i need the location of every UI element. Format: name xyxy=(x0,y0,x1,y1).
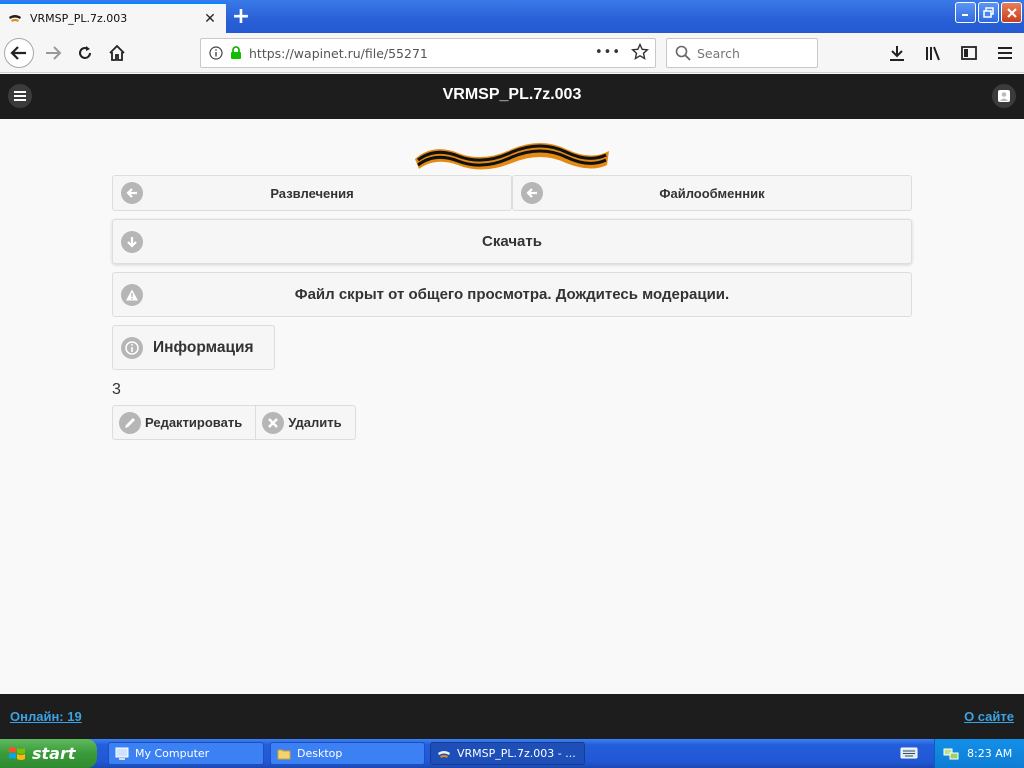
lock-icon[interactable] xyxy=(229,46,243,60)
url-actions: ••• xyxy=(595,43,649,61)
edit-label: Редактировать xyxy=(145,415,243,430)
user-icon xyxy=(998,90,1010,102)
about-site-link[interactable]: О сайте xyxy=(964,709,1014,724)
st-george-ribbon-image xyxy=(415,143,609,170)
site-favicon-icon xyxy=(9,14,21,22)
page-actions-icon[interactable]: ••• xyxy=(595,45,621,60)
edit-button[interactable]: Редактировать xyxy=(112,405,257,440)
search-bar[interactable] xyxy=(666,38,818,68)
library-button[interactable] xyxy=(922,42,944,64)
pencil-icon xyxy=(119,412,141,434)
download-button[interactable]: Скачать xyxy=(112,219,912,264)
reload-button[interactable] xyxy=(70,38,100,68)
nav-fileshare-label: Файлообменник xyxy=(659,185,765,201)
search-input[interactable] xyxy=(697,45,807,61)
window-titlebar: VRMSP_PL.7z.003 ✕ + xyxy=(0,0,1024,33)
info-circle-icon xyxy=(121,336,143,359)
close-icon xyxy=(1006,7,1017,18)
task-desktop[interactable]: Desktop xyxy=(270,742,425,765)
browser-favicon-icon xyxy=(438,750,450,758)
minimize-icon xyxy=(962,14,968,16)
new-tab-button[interactable]: + xyxy=(228,4,254,29)
restore-icon xyxy=(983,7,994,18)
delete-x-icon xyxy=(262,412,285,434)
forward-button[interactable] xyxy=(38,38,68,68)
page-content: Развлечения Файлообменник Скачать Файл с… xyxy=(0,119,1024,694)
folder-icon xyxy=(277,749,291,759)
tab-close-icon[interactable]: ✕ xyxy=(202,11,218,27)
home-button[interactable] xyxy=(102,38,132,68)
library-icon xyxy=(926,46,940,61)
network-icon[interactable] xyxy=(943,746,959,762)
browser-tab[interactable]: VRMSP_PL.7z.003 ✕ xyxy=(0,2,226,33)
moderation-notice: Файл скрыт от общего просмотра. Дождитес… xyxy=(112,272,912,317)
task-label: My Computer xyxy=(135,747,210,760)
start-label: start xyxy=(32,744,76,763)
alert-icon xyxy=(121,283,143,306)
task-label: Desktop xyxy=(297,747,343,760)
downloads-button[interactable] xyxy=(886,42,908,64)
page-title: VRMSP_PL.7z.003 xyxy=(442,86,582,103)
task-browser[interactable]: VRMSP_PL.7z.003 - ... xyxy=(430,742,585,765)
site-footer: Онлайн: 19 О сайте xyxy=(0,694,1024,739)
url-text[interactable]: https://wapinet.ru/file/55271 xyxy=(249,46,428,61)
arrow-left-circle-icon xyxy=(121,182,143,204)
computer-icon xyxy=(115,747,129,760)
taskbar: start My Computer Desktop VRMSP_PL.7z.00… xyxy=(0,739,1024,768)
site-header: VRMSP_PL.7z.003 xyxy=(0,74,1024,119)
arrow-down-circle-icon xyxy=(121,230,143,253)
info-icon[interactable] xyxy=(209,46,223,60)
window-controls xyxy=(955,2,1022,23)
bookmark-star-icon[interactable] xyxy=(631,43,649,61)
sidebar-button[interactable] xyxy=(958,42,980,64)
reload-icon xyxy=(79,46,91,59)
start-button[interactable]: start xyxy=(0,739,97,768)
system-tray: 8:23 AM xyxy=(934,739,1024,768)
home-icon xyxy=(109,44,125,61)
user-button[interactable] xyxy=(992,84,1016,108)
clock[interactable]: 8:23 AM xyxy=(967,747,1012,760)
online-count-link[interactable]: Онлайн: 19 xyxy=(10,709,82,724)
address-bar[interactable]: https://wapinet.ru/file/55271 ••• xyxy=(200,38,656,68)
nav-fileshare-button[interactable]: Файлообменник xyxy=(512,175,912,211)
nav-entertainment-label: Развлечения xyxy=(270,185,354,201)
sidebar-icon xyxy=(961,46,977,60)
notice-text: Файл скрыт от общего просмотра. Дождитес… xyxy=(294,286,730,303)
download-label: Скачать xyxy=(482,233,542,250)
arrow-left-circle-icon xyxy=(521,182,543,204)
tab-title: VRMSP_PL.7z.003 xyxy=(30,12,128,25)
menu-button[interactable] xyxy=(994,42,1016,64)
close-window-button[interactable] xyxy=(1001,2,1022,23)
arrow-right-icon xyxy=(46,46,62,60)
information-button[interactable]: Информация xyxy=(112,325,275,370)
delete-button[interactable]: Удалить xyxy=(256,405,356,440)
minimize-button[interactable] xyxy=(955,2,976,23)
arrow-left-icon xyxy=(10,46,26,60)
keyboard-icon[interactable] xyxy=(900,745,918,761)
toolbar-icons xyxy=(886,42,1016,64)
file-count: 3 xyxy=(112,381,121,398)
search-icon xyxy=(675,45,691,61)
task-my-computer[interactable]: My Computer xyxy=(108,742,264,765)
hamburger-menu-icon xyxy=(998,47,1012,59)
file-actions-group: Редактировать Удалить xyxy=(112,405,356,440)
nav-entertainment-button[interactable]: Развлечения xyxy=(112,175,512,211)
delete-label: Удалить xyxy=(288,415,342,430)
browser-toolbar: https://wapinet.ru/file/55271 ••• xyxy=(0,33,1024,73)
restore-button[interactable] xyxy=(978,2,999,23)
download-icon xyxy=(890,46,904,61)
back-button[interactable] xyxy=(4,38,34,68)
task-label: VRMSP_PL.7z.003 - ... xyxy=(457,747,576,760)
windows-logo-icon xyxy=(9,746,25,760)
